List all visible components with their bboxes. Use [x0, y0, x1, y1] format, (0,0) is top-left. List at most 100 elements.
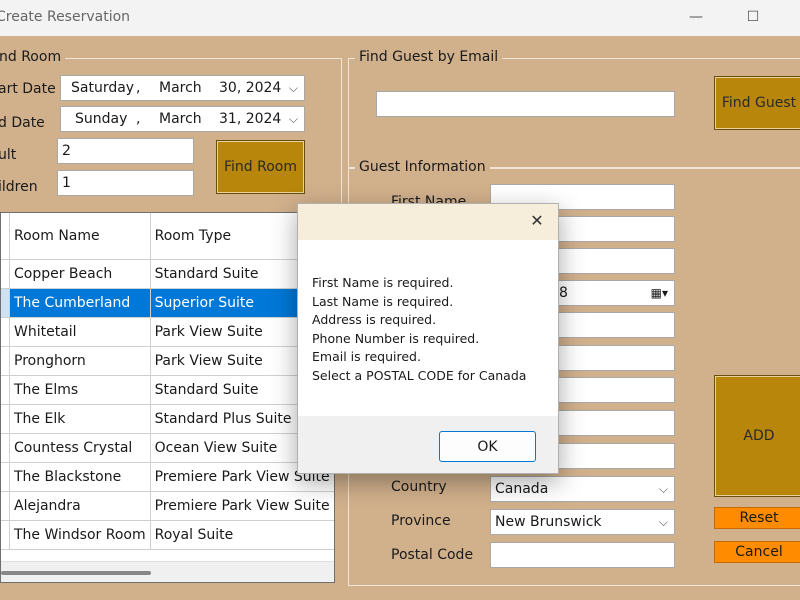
scrollbar-thumb[interactable]	[1, 571, 151, 575]
room-name-cell[interactable]: The Blackstone	[9, 462, 151, 492]
row-header[interactable]	[1, 462, 10, 492]
guest-info-legend: Guest Information	[355, 159, 490, 175]
room-grid[interactable]: Room Name Room Type Copper Beach Standard…	[0, 212, 335, 583]
end-weekday: Sunday	[75, 111, 128, 127]
table-row[interactable]: Pronghorn Park View Suite	[1, 346, 334, 376]
cancel-button[interactable]: Cancel	[714, 541, 800, 563]
row-header[interactable]	[1, 404, 10, 434]
message-line: Select a POSTAL CODE for Canada	[312, 367, 527, 383]
calendar-icon: ▦▾	[650, 286, 668, 300]
room-name-cell[interactable]: Alejandra	[9, 491, 151, 521]
find-guest-button[interactable]: Find Guest	[714, 76, 800, 130]
dialog-message: First Name is required. Last Name is req…	[312, 274, 526, 386]
row-header[interactable]	[1, 259, 10, 289]
ok-button-label: OK	[477, 438, 498, 455]
postal-code-input[interactable]	[490, 542, 675, 568]
row-header[interactable]	[1, 288, 10, 318]
table-row[interactable]: The Elms Standard Suite	[1, 375, 334, 405]
dialog-header: ✕	[298, 204, 558, 240]
chevron-down-icon: ⌵	[658, 515, 668, 529]
row-header[interactable]	[1, 317, 10, 347]
table-row[interactable]: The Elk Standard Plus Suite	[1, 404, 334, 434]
date-fragment: 8	[559, 285, 568, 301]
cancel-button-label: Cancel	[735, 544, 783, 560]
end-day-year: 31, 2024	[219, 111, 282, 127]
add-button-label: ADD	[743, 428, 775, 444]
message-line: Address is required.	[312, 312, 437, 328]
message-line: Email is required.	[312, 349, 421, 365]
column-header-room-name[interactable]: Room Name	[9, 213, 151, 260]
row-header[interactable]	[1, 433, 10, 463]
chevron-down-icon: ⌵	[658, 482, 668, 496]
message-line: First Name is required.	[312, 275, 454, 290]
table-row-selected[interactable]: The Cumberland Superior Suite	[1, 288, 334, 318]
table-row[interactable]: Countess Crystal Ocean View Suite	[1, 433, 334, 463]
room-name-cell[interactable]: Whitetail	[9, 317, 151, 347]
row-header-cell	[1, 213, 10, 260]
find-room-button[interactable]: Find Room	[216, 140, 305, 194]
guest-email-input[interactable]	[376, 91, 675, 117]
window-title: Create Reservation	[0, 9, 131, 25]
table-row[interactable]: The Blackstone Premiere Park View Suite	[1, 462, 334, 492]
row-header[interactable]	[1, 375, 10, 405]
maximize-button[interactable]: ☐	[741, 6, 765, 28]
reset-button[interactable]: Reset	[714, 507, 800, 529]
dialog-footer: OK	[298, 416, 558, 473]
start-weekday: Saturday	[71, 80, 135, 96]
table-row[interactable]: The Windsor Room Royal Suite	[1, 520, 334, 550]
room-name-cell[interactable]: The Elk	[9, 404, 151, 434]
minimize-button[interactable]: —	[684, 6, 708, 28]
start-day-year: 30, 2024	[219, 80, 282, 96]
province-select[interactable]: New Brunswick ⌵	[490, 509, 675, 535]
postal-code-label: Postal Code	[391, 547, 474, 563]
chevron-down-icon: ⌵	[288, 112, 298, 126]
end-month: March	[159, 111, 202, 127]
message-line: Last Name is required.	[312, 293, 454, 309]
reset-button-label: Reset	[739, 510, 779, 526]
table-row[interactable]: Alejandra Premiere Park View Suite	[1, 491, 334, 521]
row-header[interactable]	[1, 520, 10, 550]
table-row[interactable]: Copper Beach Standard Suite	[1, 259, 334, 289]
find-room-legend: nd Room	[0, 49, 66, 65]
adult-input[interactable]: 2	[57, 138, 194, 164]
message-line: Phone Number is required.	[312, 330, 480, 346]
start-sep: ,	[136, 80, 141, 96]
add-button[interactable]: ADD	[714, 375, 800, 497]
find-guest-button-label: Find Guest	[721, 95, 797, 111]
start-month: March	[159, 80, 202, 96]
country-label: Country	[391, 479, 447, 495]
children-label: ildren	[0, 179, 38, 195]
end-date-picker[interactable]: Sunday , March 31, 2024 ⌵	[60, 106, 305, 132]
end-date-label: d Date	[0, 115, 45, 131]
title-bar: Create Reservation — ☐	[0, 0, 800, 36]
province-value: New Brunswick	[495, 514, 602, 530]
country-select[interactable]: Canada ⌵	[490, 476, 675, 502]
start-date-picker[interactable]: Saturday , March 30, 2024 ⌵	[60, 75, 305, 101]
validation-dialog: ✕ First Name is required. Last Name is r…	[297, 203, 559, 474]
room-name-cell[interactable]: The Cumberland	[9, 288, 151, 318]
room-type-cell[interactable]: Premiere Park View Suite	[149, 491, 334, 521]
find-guest-legend: Find Guest by Email	[355, 49, 503, 65]
country-value: Canada	[495, 481, 549, 497]
table-header-row: Room Name Room Type	[1, 213, 334, 260]
room-type-cell[interactable]: Royal Suite	[149, 520, 334, 550]
close-icon[interactable]: ✕	[526, 210, 548, 232]
room-name-cell[interactable]: Pronghorn	[9, 346, 151, 376]
end-sep: ,	[136, 111, 141, 127]
room-name-cell[interactable]: Countess Crystal	[9, 433, 151, 463]
room-name-cell[interactable]: The Windsor Room	[9, 520, 151, 550]
horizontal-scrollbar[interactable]	[1, 561, 334, 582]
children-input[interactable]: 1	[57, 170, 194, 196]
table-row[interactable]: Whitetail Park View Suite	[1, 317, 334, 347]
row-header[interactable]	[1, 491, 10, 521]
room-name-cell[interactable]: Copper Beach	[9, 259, 151, 289]
room-table: Room Name Room Type Copper Beach Standard…	[1, 213, 334, 550]
ok-button[interactable]: OK	[439, 431, 536, 462]
province-label: Province	[391, 513, 451, 529]
chevron-down-icon: ⌵	[288, 81, 298, 95]
find-room-button-label: Find Room	[223, 159, 297, 175]
start-date-label: art Date	[0, 81, 56, 97]
room-name-cell[interactable]: The Elms	[9, 375, 151, 405]
adult-label: ult	[0, 147, 17, 163]
row-header[interactable]	[1, 346, 10, 376]
